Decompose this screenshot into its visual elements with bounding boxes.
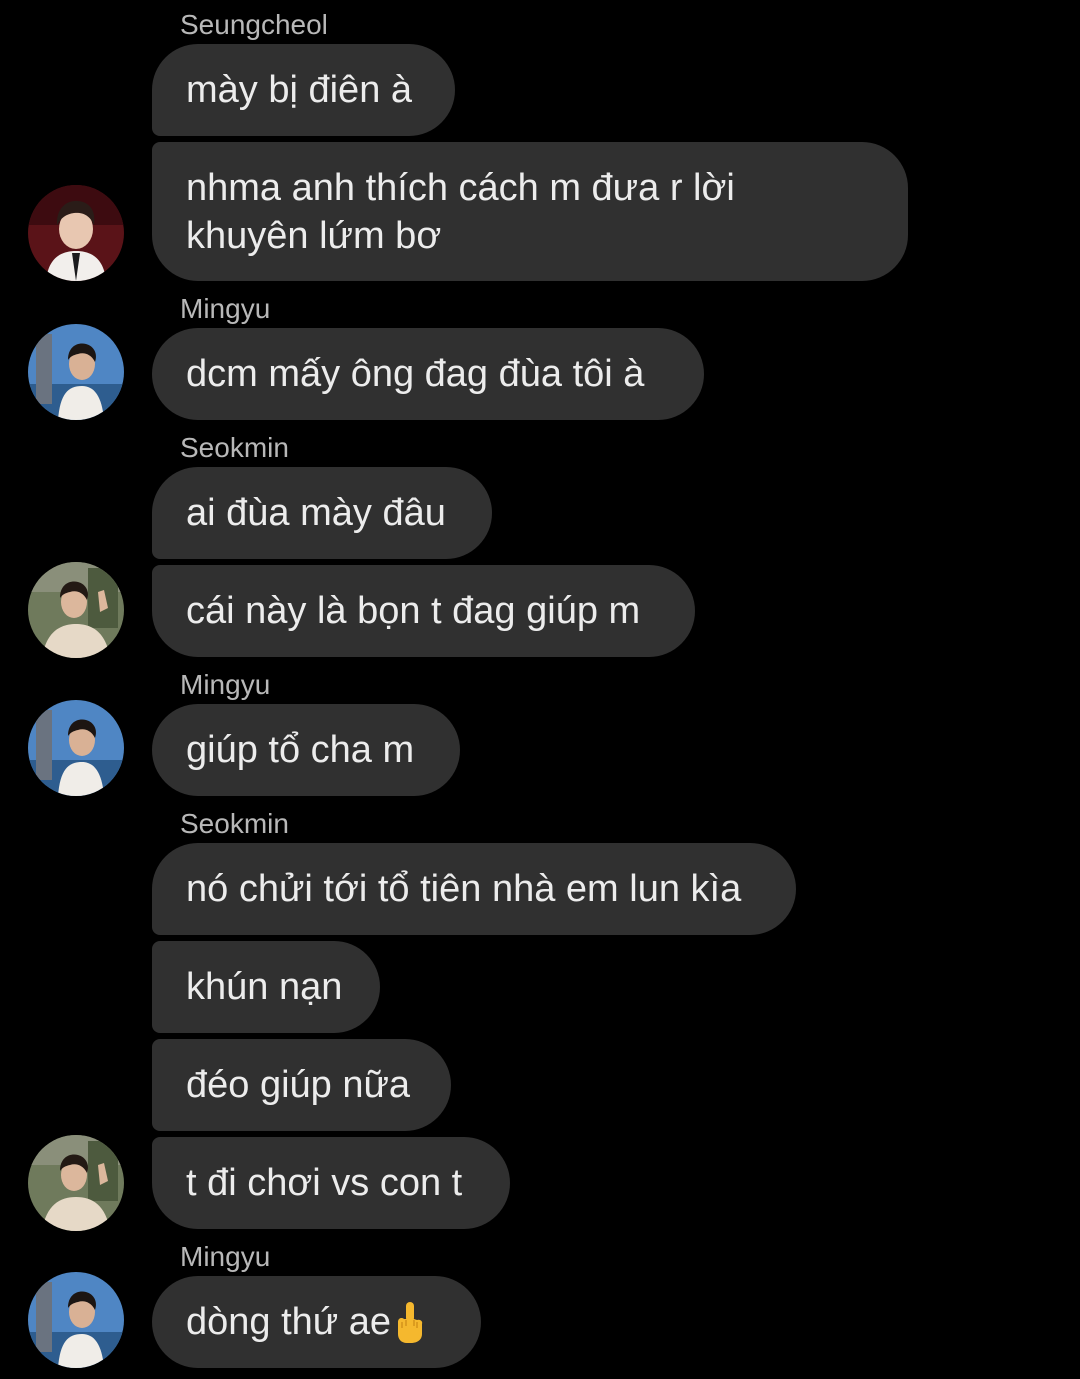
avatar-seungcheol[interactable] <box>28 185 124 281</box>
middle-finger-emoji-icon <box>393 1300 427 1344</box>
avatar-mingyu[interactable] <box>28 324 124 420</box>
message-text: đéo giúp nữa <box>186 1064 411 1106</box>
message-bubble[interactable]: đéo giúp nữa <box>152 1039 451 1131</box>
message-bubble[interactable]: ai đùa mày đâu <box>152 467 492 559</box>
avatar-mingyu[interactable] <box>28 1272 124 1368</box>
sender-name-seokmin: Seokmin <box>180 432 289 463</box>
message-bubble[interactable]: mày bị điên à <box>152 44 455 136</box>
message-text: nhma anh thích cách m đưa r lời khuyên l… <box>186 166 746 257</box>
message-bubble[interactable]: nó chửi tới tổ tiên nhà em lun kìa <box>152 843 796 935</box>
message-text: mày bị điên à <box>186 69 413 111</box>
message-text: dcm mấy ông đag đùa tôi à <box>186 353 645 395</box>
message-bubble[interactable]: khún nạn <box>152 941 380 1033</box>
sender-name-mingyu: Mingyu <box>180 293 271 324</box>
message-bubble[interactable]: dcm mấy ông đag đùa tôi à <box>152 328 704 420</box>
message-bubble[interactable]: nhma anh thích cách m đưa r lời khuyên l… <box>152 142 908 281</box>
message-text: t đi chơi vs con t <box>186 1162 463 1204</box>
message-bubble[interactable]: giúp tổ cha m <box>152 704 460 796</box>
avatar-seokmin[interactable] <box>28 1135 124 1231</box>
message-text: nó chửi tới tổ tiên nhà em lun kìa <box>186 868 742 910</box>
avatar-seokmin[interactable] <box>28 562 124 658</box>
message-text: cái này là bọn t đag giúp m <box>186 590 641 632</box>
avatar-mingyu[interactable] <box>28 700 124 796</box>
message-bubble[interactable]: t đi chơi vs con t <box>152 1137 510 1229</box>
sender-name-mingyu: Mingyu <box>180 669 271 700</box>
message-bubble[interactable]: cái này là bọn t đag giúp m <box>152 565 695 657</box>
message-bubble[interactable]: dòng thứ ae <box>152 1276 481 1368</box>
sender-name-seokmin: Seokmin <box>180 808 289 839</box>
message-text: dòng thứ ae <box>186 1301 392 1343</box>
sender-name-seungcheol: Seungcheol <box>180 9 328 40</box>
message-text: ai đùa mày đâu <box>186 492 446 534</box>
message-text: giúp tổ cha m <box>186 729 415 771</box>
sender-name-mingyu: Mingyu <box>180 1241 271 1272</box>
message-text: khún nạn <box>186 966 343 1008</box>
